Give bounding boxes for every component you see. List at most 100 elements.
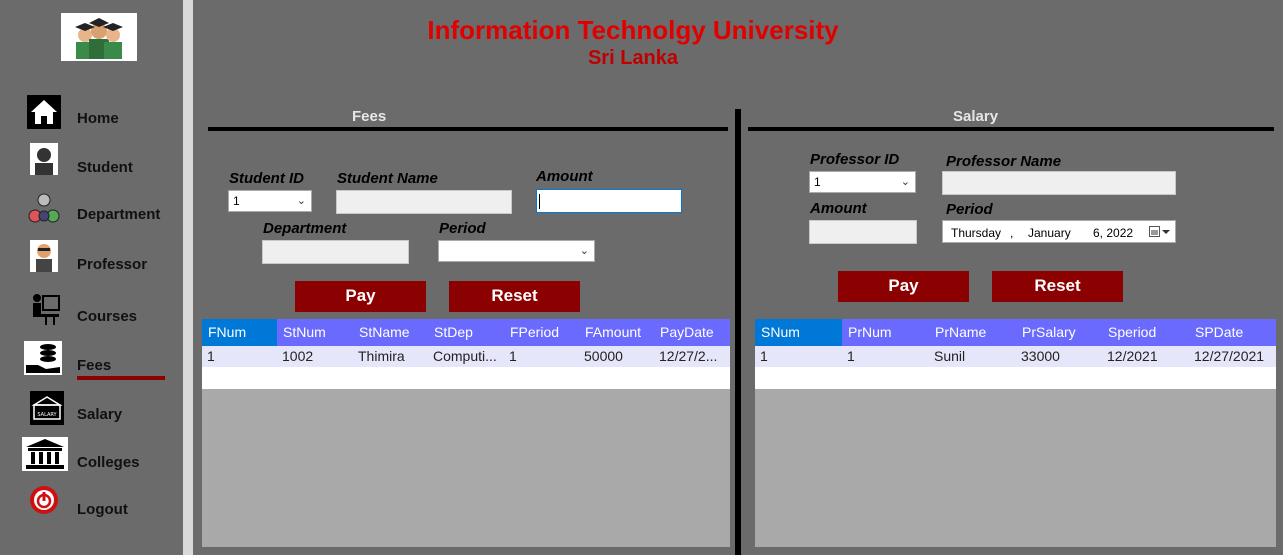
table-row[interactable]: 1 1 Sunil 33000 12/2021 12/27/2021	[755, 346, 1276, 367]
sidebar-item-label: Colleges	[77, 454, 140, 471]
professor-id-select[interactable]: 1 ⌄	[809, 171, 916, 193]
department-icon	[28, 193, 60, 223]
sidebar-item-label: Professor	[77, 256, 148, 273]
salary-amount-label: Amount	[810, 200, 867, 217]
sidebar-item-label: Courses	[77, 308, 138, 325]
sidebar-item-label: Student	[77, 159, 133, 176]
column-header[interactable]: SNum	[755, 319, 842, 346]
sidebar-item-department[interactable]: Department	[0, 192, 183, 232]
active-indicator	[77, 376, 165, 380]
page-title: Information Technolgy University	[427, 15, 839, 45]
fees-table[interactable]: FNum StNum StName StDep FPeriod FAmount …	[202, 319, 730, 547]
salary-divider	[748, 127, 1274, 131]
column-header[interactable]: FPeriod	[504, 319, 579, 346]
table-cell: 1002	[282, 348, 314, 364]
date-day: Thursday	[951, 226, 1002, 240]
logout-icon	[30, 486, 58, 514]
professor-id-value: 1	[814, 175, 821, 189]
column-header[interactable]: FAmount	[579, 319, 654, 346]
sidebar-item-salary[interactable]: SALARY Salary	[0, 391, 183, 431]
fees-table-header: FNum StNum StName StDep FPeriod FAmount …	[202, 319, 730, 346]
date-month: January	[1028, 226, 1071, 240]
calendar-icon[interactable]	[1149, 226, 1171, 238]
table-row[interactable]: 1 1002 Thimira Computi... 1 50000 12/27/…	[202, 346, 730, 367]
sidebar-item-home[interactable]: Home	[0, 95, 183, 135]
table-cell: 50000	[584, 348, 623, 364]
column-header[interactable]: Speriod	[1102, 319, 1189, 346]
sidebar-item-colleges[interactable]: Colleges	[0, 437, 183, 477]
svg-text:SALARY: SALARY	[37, 412, 57, 418]
fees-period-select[interactable]: ⌄	[438, 240, 595, 262]
table-cell: 1	[760, 348, 768, 364]
column-header[interactable]: StName	[353, 319, 428, 346]
salary-period-datepicker[interactable]: Thursday , January 6, 2022	[942, 220, 1176, 243]
sidebar-item-logout[interactable]: Logout	[0, 485, 183, 525]
chevron-down-icon: ⌄	[579, 245, 589, 257]
professor-name-field[interactable]	[942, 171, 1176, 195]
salary-reset-button[interactable]: Reset	[992, 271, 1123, 302]
sidebar-item-student[interactable]: Student	[0, 143, 183, 183]
date-day-year: 6, 2022	[1093, 226, 1134, 240]
page-subtitle: Sri Lanka	[587, 47, 679, 69]
column-header[interactable]: PrNum	[842, 319, 929, 346]
column-header[interactable]: StDep	[428, 319, 504, 346]
column-header[interactable]: PayDate	[654, 319, 730, 346]
column-header[interactable]: PrSalary	[1016, 319, 1102, 346]
sidebar-item-label: Logout	[77, 501, 128, 518]
table-cell: 12/2021	[1107, 348, 1158, 364]
student-name-label: Student Name	[337, 170, 438, 187]
salary-pay-button[interactable]: Pay	[838, 271, 969, 302]
fees-icon	[24, 341, 62, 375]
salary-table-header: SNum PrNum PrName PrSalary Speriod SPDat…	[755, 319, 1276, 346]
column-header[interactable]: FNum	[202, 319, 277, 346]
fees-amount-field[interactable]	[536, 189, 682, 213]
table-cell: Thimira	[358, 348, 405, 364]
salary-amount-field[interactable]	[809, 220, 917, 244]
student-id-value: 1	[233, 194, 240, 208]
department-label: Department	[263, 220, 347, 237]
table-cell: 12/27/2...	[659, 348, 718, 364]
student-id-select[interactable]: 1 ⌄	[228, 190, 312, 212]
sidebar-item-label: Department	[77, 206, 161, 223]
salary-period-label: Period	[946, 201, 993, 218]
column-header[interactable]: PrName	[929, 319, 1016, 346]
student-icon	[30, 143, 58, 175]
table-cell: 1	[509, 348, 517, 364]
fees-reset-button[interactable]: Reset	[449, 281, 580, 312]
date-separator: ,	[1010, 226, 1014, 240]
colleges-icon	[22, 437, 68, 471]
table-cell: 1	[847, 348, 855, 364]
fees-amount-label: Amount	[536, 168, 593, 185]
sidebar-divider	[183, 0, 193, 555]
professor-icon	[30, 240, 58, 272]
sidebar: Home Student Department Professor Course…	[0, 0, 183, 555]
fees-pay-button[interactable]: Pay	[295, 281, 426, 312]
sidebar-item-professor[interactable]: Professor	[0, 240, 183, 280]
department-field[interactable]	[262, 240, 409, 264]
chevron-down-icon: ⌄	[296, 195, 306, 207]
table-cell: Sunil	[934, 348, 966, 364]
professor-name-label: Professor Name	[946, 153, 1062, 170]
professor-id-label: Professor ID	[810, 151, 900, 168]
table-cell: Computi...	[433, 348, 497, 364]
sidebar-item-fees[interactable]: Fees	[0, 341, 183, 381]
sidebar-item-courses[interactable]: Courses	[0, 292, 183, 332]
salary-table[interactable]: SNum PrNum PrName PrSalary Speriod SPDat…	[755, 319, 1276, 547]
sidebar-item-label: Home	[77, 110, 119, 127]
column-header[interactable]: SPDate	[1189, 319, 1276, 346]
column-header[interactable]: StNum	[277, 319, 353, 346]
student-name-field[interactable]	[336, 190, 512, 214]
section-divider	[735, 109, 741, 555]
university-logo	[61, 13, 137, 61]
chevron-down-icon: ⌄	[900, 176, 910, 188]
fees-divider	[208, 127, 728, 131]
student-id-label: Student ID	[229, 170, 304, 187]
table-cell: 33000	[1021, 348, 1060, 364]
salary-section-title: Salary	[953, 108, 999, 125]
fees-section-title: Fees	[352, 108, 387, 125]
new-row[interactable]	[755, 367, 1276, 389]
fees-period-label: Period	[439, 220, 486, 237]
salary-icon: SALARY	[30, 391, 64, 425]
new-row[interactable]	[202, 367, 730, 389]
sidebar-item-label: Fees	[77, 357, 112, 374]
